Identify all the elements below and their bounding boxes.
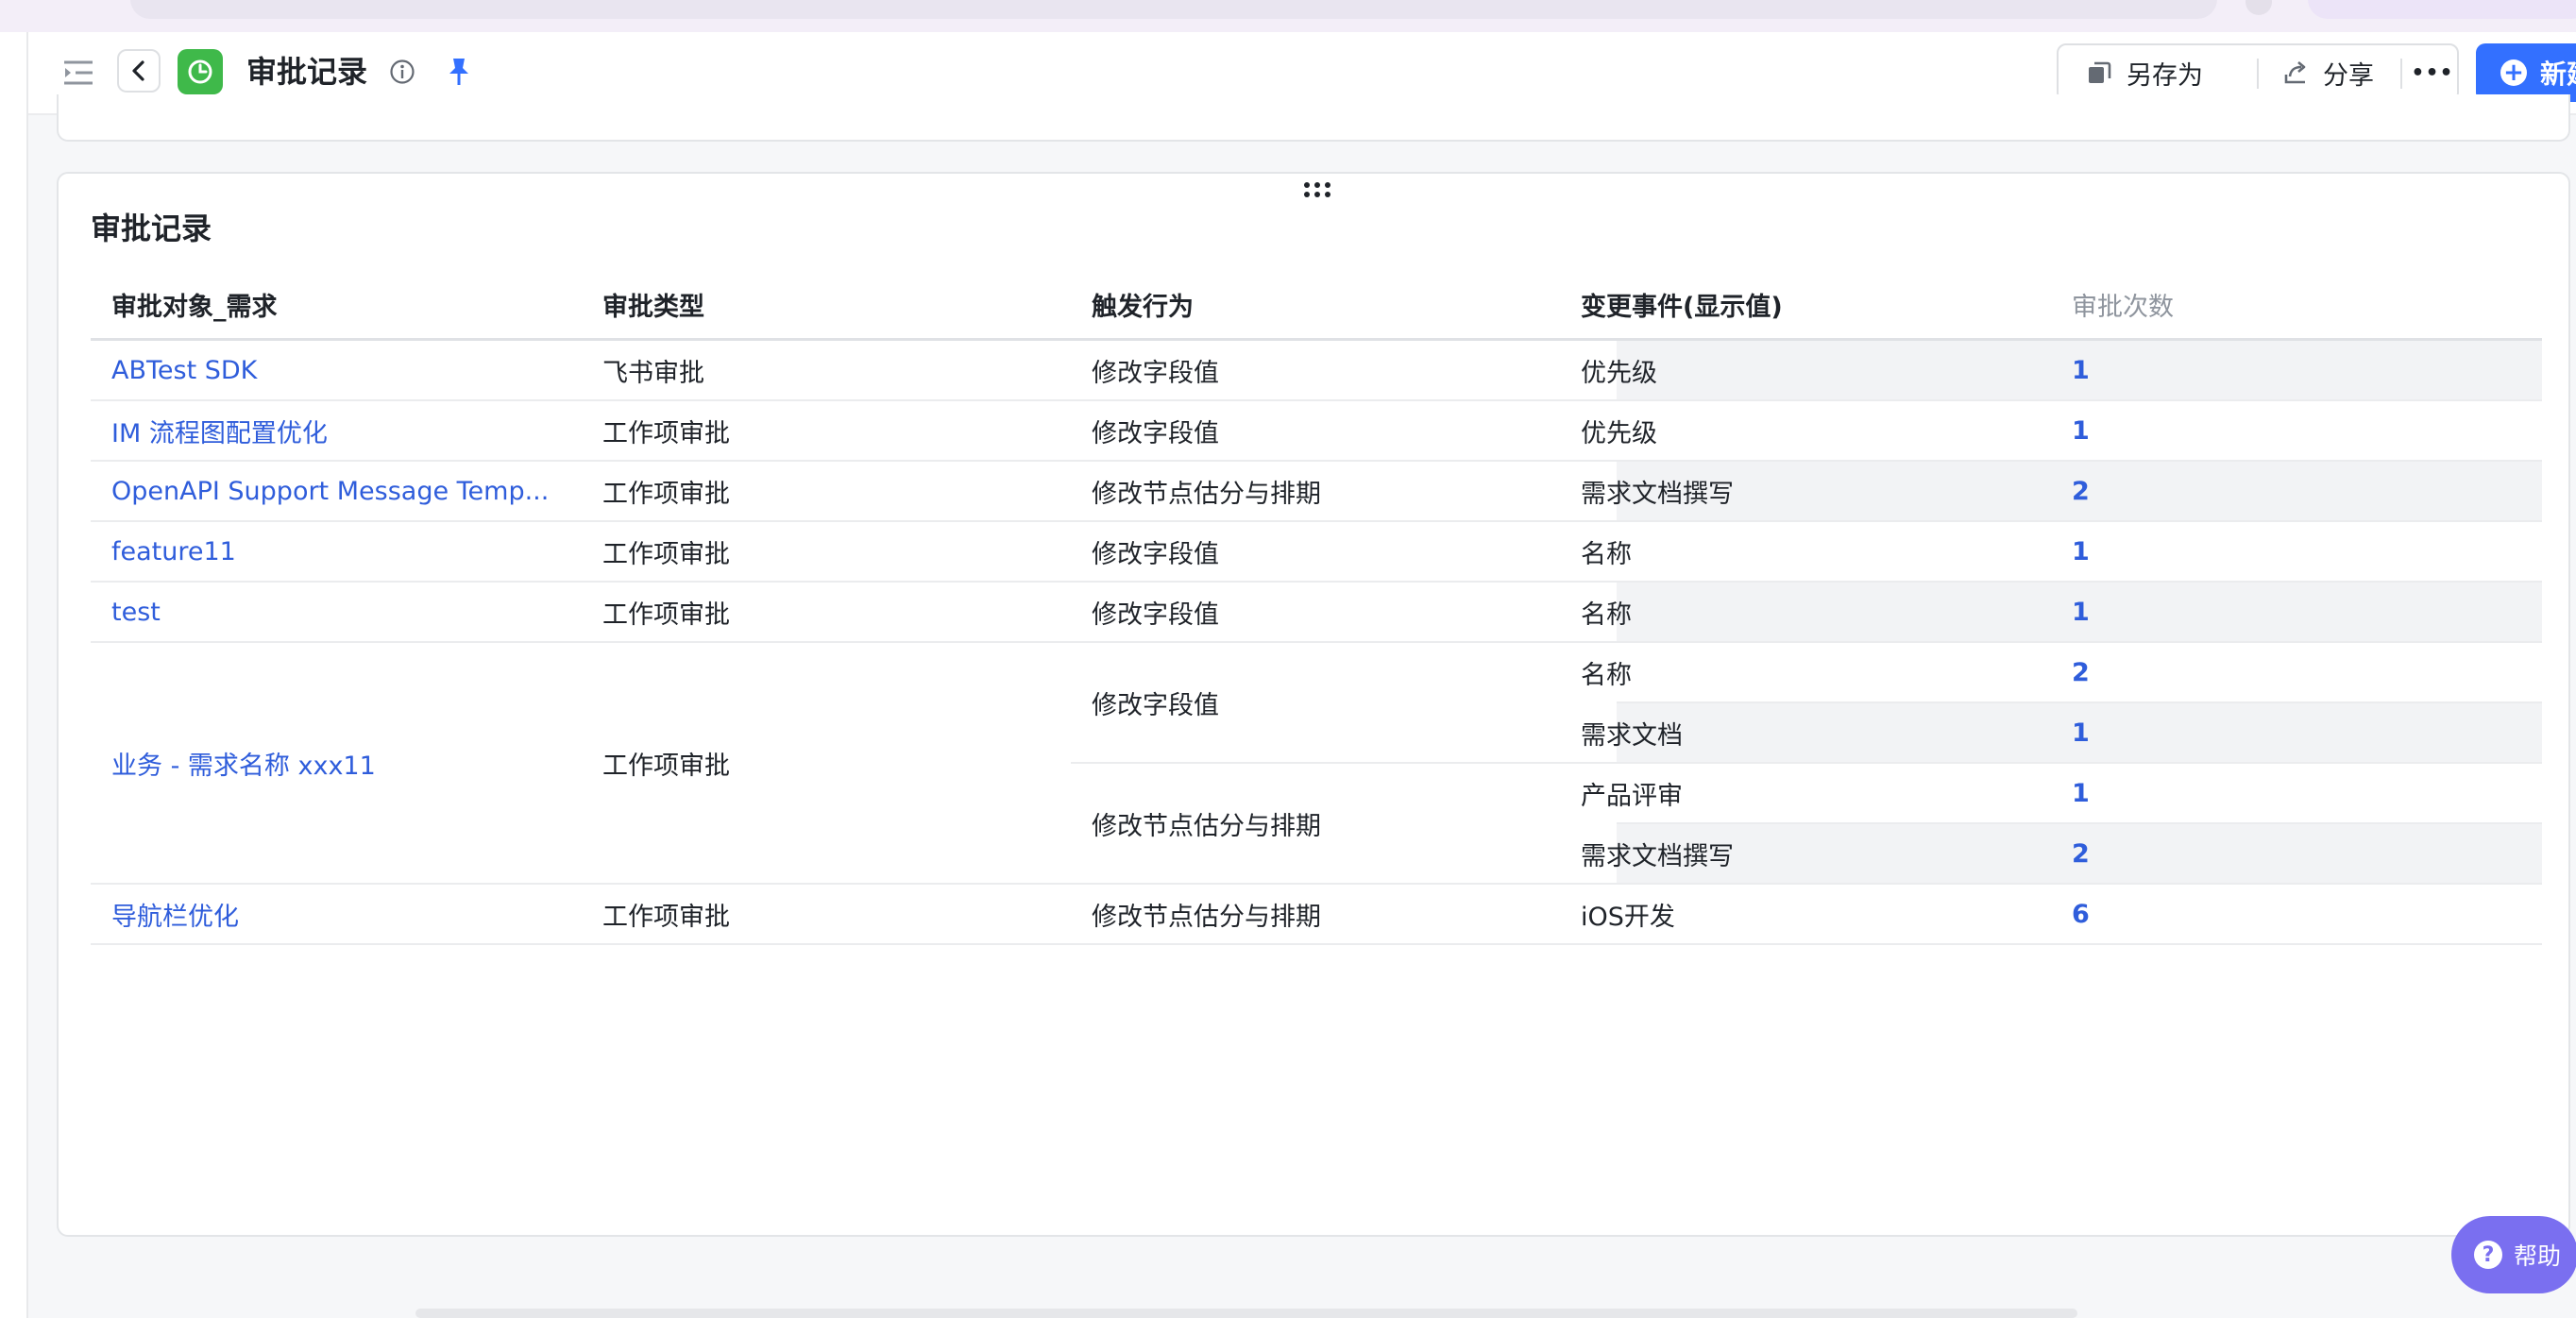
new-button[interactable]: + 新建 — [2476, 43, 2576, 102]
collapse-sidebar-icon[interactable] — [60, 55, 96, 91]
button-divider — [2400, 59, 2402, 89]
cell-type: 工作项审批 — [602, 539, 730, 569]
help-button[interactable]: ? 帮助 — [2451, 1216, 2576, 1293]
cell-count[interactable]: 1 — [2051, 764, 2542, 822]
cell-event: 名称 — [1581, 600, 1632, 630]
column-header-type[interactable]: 审批类型 — [602, 278, 704, 338]
previous-card-remnant — [57, 94, 2570, 142]
column-header-object[interactable]: 审批对象_需求 — [111, 278, 278, 338]
more-icon: ••• — [2411, 60, 2454, 85]
share-label: 分享 — [2323, 60, 2374, 91]
cell-type: 工作项审批 — [602, 600, 730, 630]
bottom-edge-shadow — [415, 1309, 2077, 1318]
cell-action: 修改字段值 — [1092, 600, 1219, 630]
browser-profile-dot[interactable] — [2246, 0, 2272, 15]
share-icon — [2281, 59, 2310, 87]
cell-count[interactable]: 1 — [2051, 401, 2542, 460]
cell-event: 需求文档 — [1581, 720, 1683, 751]
pin-icon[interactable] — [442, 55, 476, 89]
cell-action: 修改字段值 — [1092, 539, 1219, 569]
cell-event: 产品评审 — [1581, 781, 1683, 811]
cell-event: 需求文档撰写 — [1581, 479, 1734, 509]
card-title: 审批记录 — [91, 211, 212, 246]
column-header-count[interactable]: 审批次数 — [2072, 278, 2174, 338]
cell-count[interactable]: 2 — [2051, 643, 2542, 701]
cell-object[interactable]: IM 流程图配置优化 — [91, 401, 582, 460]
cell-object-merged[interactable]: 业务 - 需求名称 xxx11 — [91, 643, 582, 883]
browser-action-pill[interactable] — [2308, 0, 2576, 19]
cell-type-merged: 工作项审批 — [602, 751, 730, 781]
left-rail — [0, 32, 28, 1318]
row-divider — [91, 943, 2542, 945]
drag-handle-icon[interactable] — [1301, 179, 1333, 200]
cell-type: 工作项审批 — [602, 479, 730, 509]
new-label: 新建 — [2540, 59, 2576, 90]
cell-count[interactable]: 1 — [2051, 703, 2542, 762]
save-as-label: 另存为 — [2127, 60, 2203, 91]
cell-event: 需求文档撰写 — [1581, 841, 1734, 871]
cell-event: 名称 — [1581, 660, 1632, 690]
cell-action-merged: 修改字段值 — [1092, 690, 1219, 720]
cell-action-merged: 修改节点估分与排期 — [1092, 811, 1321, 841]
cell-object[interactable]: feature11 — [91, 522, 582, 581]
approval-records-card: 审批记录 审批对象_需求 审批类型 触发行为 变更事件(显示值) 审批次数 AB… — [57, 172, 2570, 1237]
more-options-button[interactable]: ••• — [2408, 45, 2457, 100]
cell-count[interactable]: 6 — [2051, 885, 2542, 943]
cell-event: 优先级 — [1581, 418, 1657, 448]
browser-top-strip — [0, 0, 2576, 32]
cell-count[interactable]: 2 — [2051, 462, 2542, 520]
cell-action: 修改节点估分与排期 — [1092, 479, 1321, 509]
button-divider — [2257, 59, 2259, 89]
cell-object[interactable]: 导航栏优化 — [91, 885, 582, 943]
back-button[interactable] — [117, 49, 161, 93]
address-bar[interactable] — [130, 0, 2217, 19]
cell-action: 修改字段值 — [1092, 418, 1219, 448]
column-header-action[interactable]: 触发行为 — [1092, 278, 1194, 338]
cell-object[interactable]: OpenAPI Support Message Temp... — [91, 462, 582, 520]
cell-count[interactable]: 1 — [2051, 522, 2542, 581]
copy-icon — [2085, 59, 2113, 87]
clock-app-icon — [178, 49, 223, 94]
plus-icon: + — [2500, 59, 2527, 86]
cell-count[interactable]: 1 — [2051, 583, 2542, 641]
header-action-group: 另存为 分享 ••• — [2057, 43, 2459, 102]
cell-action: 修改字段值 — [1092, 358, 1219, 388]
cell-count[interactable]: 1 — [2051, 341, 2542, 399]
save-as-button[interactable]: 另存为 — [2085, 45, 2203, 100]
column-header-event[interactable]: 变更事件(显示值) — [1581, 278, 1783, 338]
help-label: 帮助 — [2514, 1242, 2562, 1270]
cell-object[interactable]: ABTest SDK — [91, 341, 582, 399]
cell-count[interactable]: 2 — [2051, 824, 2542, 883]
cell-type: 工作项审批 — [602, 418, 730, 448]
cell-object[interactable]: test — [91, 583, 582, 641]
cell-type: 工作项审批 — [602, 902, 730, 932]
page-title: 审批记录 — [246, 54, 368, 90]
share-button[interactable]: 分享 — [2281, 45, 2374, 100]
question-icon: ? — [2474, 1241, 2502, 1269]
cell-action: 修改节点估分与排期 — [1092, 902, 1321, 932]
cell-event: 优先级 — [1581, 358, 1657, 388]
cell-event: 名称 — [1581, 539, 1632, 569]
info-icon[interactable] — [387, 57, 417, 87]
cell-event: iOS开发 — [1581, 902, 1675, 932]
cell-type: 飞书审批 — [602, 358, 704, 388]
